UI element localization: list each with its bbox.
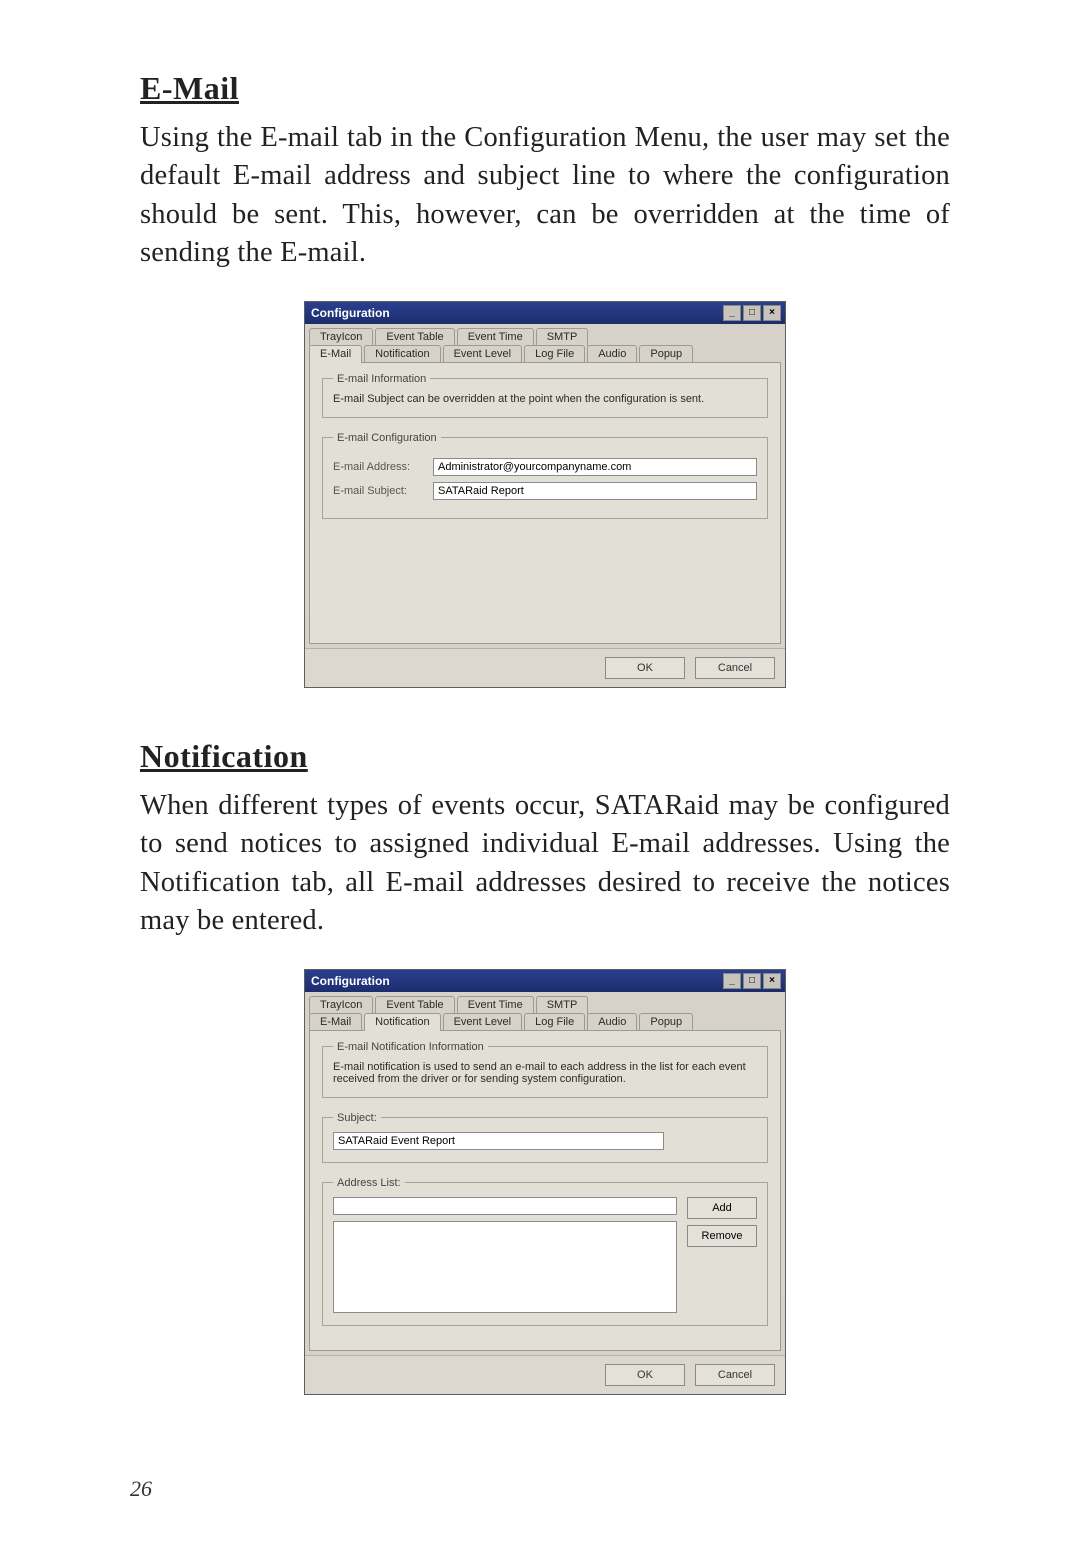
paragraph-email: Using the E-mail tab in the Configuratio… bbox=[140, 119, 950, 273]
group-email-configuration: E-mail Configuration E-mail Address: E-m… bbox=[322, 432, 768, 519]
ok-button[interactable]: OK bbox=[605, 657, 685, 679]
tab-log-file[interactable]: Log File bbox=[524, 1013, 585, 1031]
tab-event-time[interactable]: Event Time bbox=[457, 328, 534, 346]
heading-email: E-Mail bbox=[140, 70, 950, 107]
tab-event-table[interactable]: Event Table bbox=[375, 996, 454, 1014]
window-controls: _ □ × bbox=[723, 305, 781, 321]
dialog-button-bar: OK Cancel bbox=[305, 1355, 785, 1394]
tab-email[interactable]: E-Mail bbox=[309, 1013, 362, 1031]
tab-event-time[interactable]: Event Time bbox=[457, 996, 534, 1014]
minimize-icon[interactable]: _ bbox=[723, 305, 741, 321]
tab-notification[interactable]: Notification bbox=[364, 1013, 440, 1031]
listbox-addresses[interactable] bbox=[333, 1221, 677, 1313]
maximize-icon[interactable]: □ bbox=[743, 973, 761, 989]
legend-subject: Subject: bbox=[333, 1112, 381, 1124]
label-email-address: E-mail Address: bbox=[333, 461, 433, 473]
legend-notification-info: E-mail Notification Information bbox=[333, 1041, 488, 1053]
figure-notification-dialog: Configuration _ □ × TrayIcon Event Table… bbox=[140, 969, 950, 1395]
page-number: 26 bbox=[130, 1476, 152, 1502]
input-email-address[interactable] bbox=[433, 458, 757, 476]
tab-trayicon[interactable]: TrayIcon bbox=[309, 996, 373, 1014]
dialog-title: Configuration bbox=[311, 974, 390, 988]
tab-notification[interactable]: Notification bbox=[364, 345, 440, 363]
dialog-configuration-notification: Configuration _ □ × TrayIcon Event Table… bbox=[304, 969, 786, 1395]
cancel-button[interactable]: Cancel bbox=[695, 657, 775, 679]
close-icon[interactable]: × bbox=[763, 973, 781, 989]
heading-notification: Notification bbox=[140, 738, 950, 775]
cancel-button[interactable]: Cancel bbox=[695, 1364, 775, 1386]
add-button[interactable]: Add bbox=[687, 1197, 757, 1219]
minimize-icon[interactable]: _ bbox=[723, 973, 741, 989]
tab-panel: E-mail Information E-mail Subject can be… bbox=[309, 362, 781, 644]
group-notification-info: E-mail Notification Information E-mail n… bbox=[322, 1041, 768, 1098]
tab-audio[interactable]: Audio bbox=[587, 1013, 637, 1031]
tabbar: TrayIcon Event Table Event Time SMTP E-M… bbox=[305, 324, 785, 362]
tab-event-level[interactable]: Event Level bbox=[443, 1013, 522, 1031]
maximize-icon[interactable]: □ bbox=[743, 305, 761, 321]
group-subject: Subject: bbox=[322, 1112, 768, 1163]
tab-popup[interactable]: Popup bbox=[639, 1013, 693, 1031]
input-email-subject[interactable] bbox=[433, 482, 757, 500]
close-icon[interactable]: × bbox=[763, 305, 781, 321]
ok-button[interactable]: OK bbox=[605, 1364, 685, 1386]
remove-button[interactable]: Remove bbox=[687, 1225, 757, 1247]
legend-email-information: E-mail Information bbox=[333, 373, 430, 385]
legend-email-configuration: E-mail Configuration bbox=[333, 432, 441, 444]
group-email-information: E-mail Information E-mail Subject can be… bbox=[322, 373, 768, 418]
dialog-button-bar: OK Cancel bbox=[305, 648, 785, 687]
window-controls: _ □ × bbox=[723, 973, 781, 989]
tab-smtp[interactable]: SMTP bbox=[536, 328, 589, 346]
tab-trayicon[interactable]: TrayIcon bbox=[309, 328, 373, 346]
tab-panel: E-mail Notification Information E-mail n… bbox=[309, 1030, 781, 1351]
dialog-configuration-email: Configuration _ □ × TrayIcon Event Table… bbox=[304, 301, 786, 688]
tab-log-file[interactable]: Log File bbox=[524, 345, 585, 363]
tab-event-table[interactable]: Event Table bbox=[375, 328, 454, 346]
text-email-information: E-mail Subject can be overridden at the … bbox=[333, 393, 757, 405]
input-subject[interactable] bbox=[333, 1132, 664, 1150]
input-new-address[interactable] bbox=[333, 1197, 677, 1215]
label-email-subject: E-mail Subject: bbox=[333, 485, 433, 497]
group-address-list: Address List: Add Remove bbox=[322, 1177, 768, 1326]
text-notification-info: E-mail notification is used to send an e… bbox=[333, 1061, 757, 1085]
tabbar: TrayIcon Event Table Event Time SMTP E-M… bbox=[305, 992, 785, 1030]
tab-smtp[interactable]: SMTP bbox=[536, 996, 589, 1014]
titlebar: Configuration _ □ × bbox=[305, 302, 785, 324]
legend-address-list: Address List: bbox=[333, 1177, 405, 1189]
titlebar: Configuration _ □ × bbox=[305, 970, 785, 992]
tab-event-level[interactable]: Event Level bbox=[443, 345, 522, 363]
tab-popup[interactable]: Popup bbox=[639, 345, 693, 363]
paragraph-notification: When different types of events occur, SA… bbox=[140, 787, 950, 941]
tab-audio[interactable]: Audio bbox=[587, 345, 637, 363]
tab-email[interactable]: E-Mail bbox=[309, 345, 362, 363]
figure-email-dialog: Configuration _ □ × TrayIcon Event Table… bbox=[140, 301, 950, 688]
dialog-title: Configuration bbox=[311, 306, 390, 320]
